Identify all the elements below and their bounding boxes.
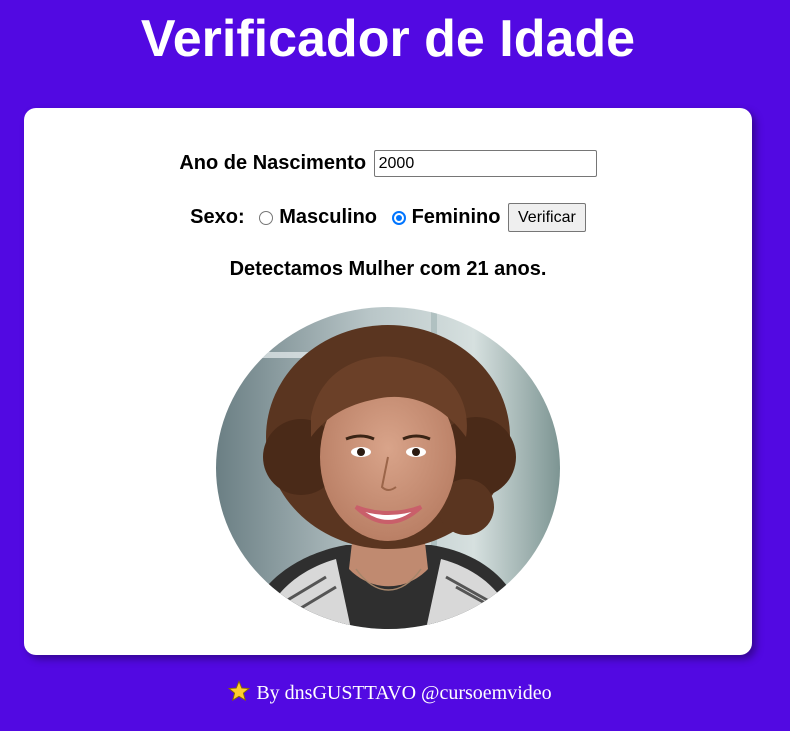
radio-label-feminino[interactable]: Feminino [412,206,501,228]
result-photo [216,307,560,629]
birth-year-label: Ano de Nascimento [179,152,367,174]
verify-button[interactable]: Verificar [508,203,586,232]
birth-year-input[interactable] [373,150,597,177]
footer: By dnsGUSTTAVO @cursoemvideo [0,680,780,708]
birth-year-row: Ano de Nascimento [24,150,752,177]
result-message: Detectamos Mulher com 21 anos. [229,258,547,280]
sex-row: Sexo: Masculino Feminino Verificar [24,203,752,232]
footer-credit: By dnsGUSTTAVO @cursoemvideo [256,682,552,704]
sex-label: Sexo: [190,206,245,228]
star-icon [228,680,251,708]
radio-label-masculino[interactable]: Masculino [279,206,377,228]
radio-feminino[interactable] [391,210,406,225]
page-title: Verificador de Idade [140,10,636,68]
radio-masculino[interactable] [259,210,274,225]
verifier-card: Ano de Nascimento Sexo: Masculino Femini… [24,108,752,655]
woman-portrait-icon [216,307,560,629]
